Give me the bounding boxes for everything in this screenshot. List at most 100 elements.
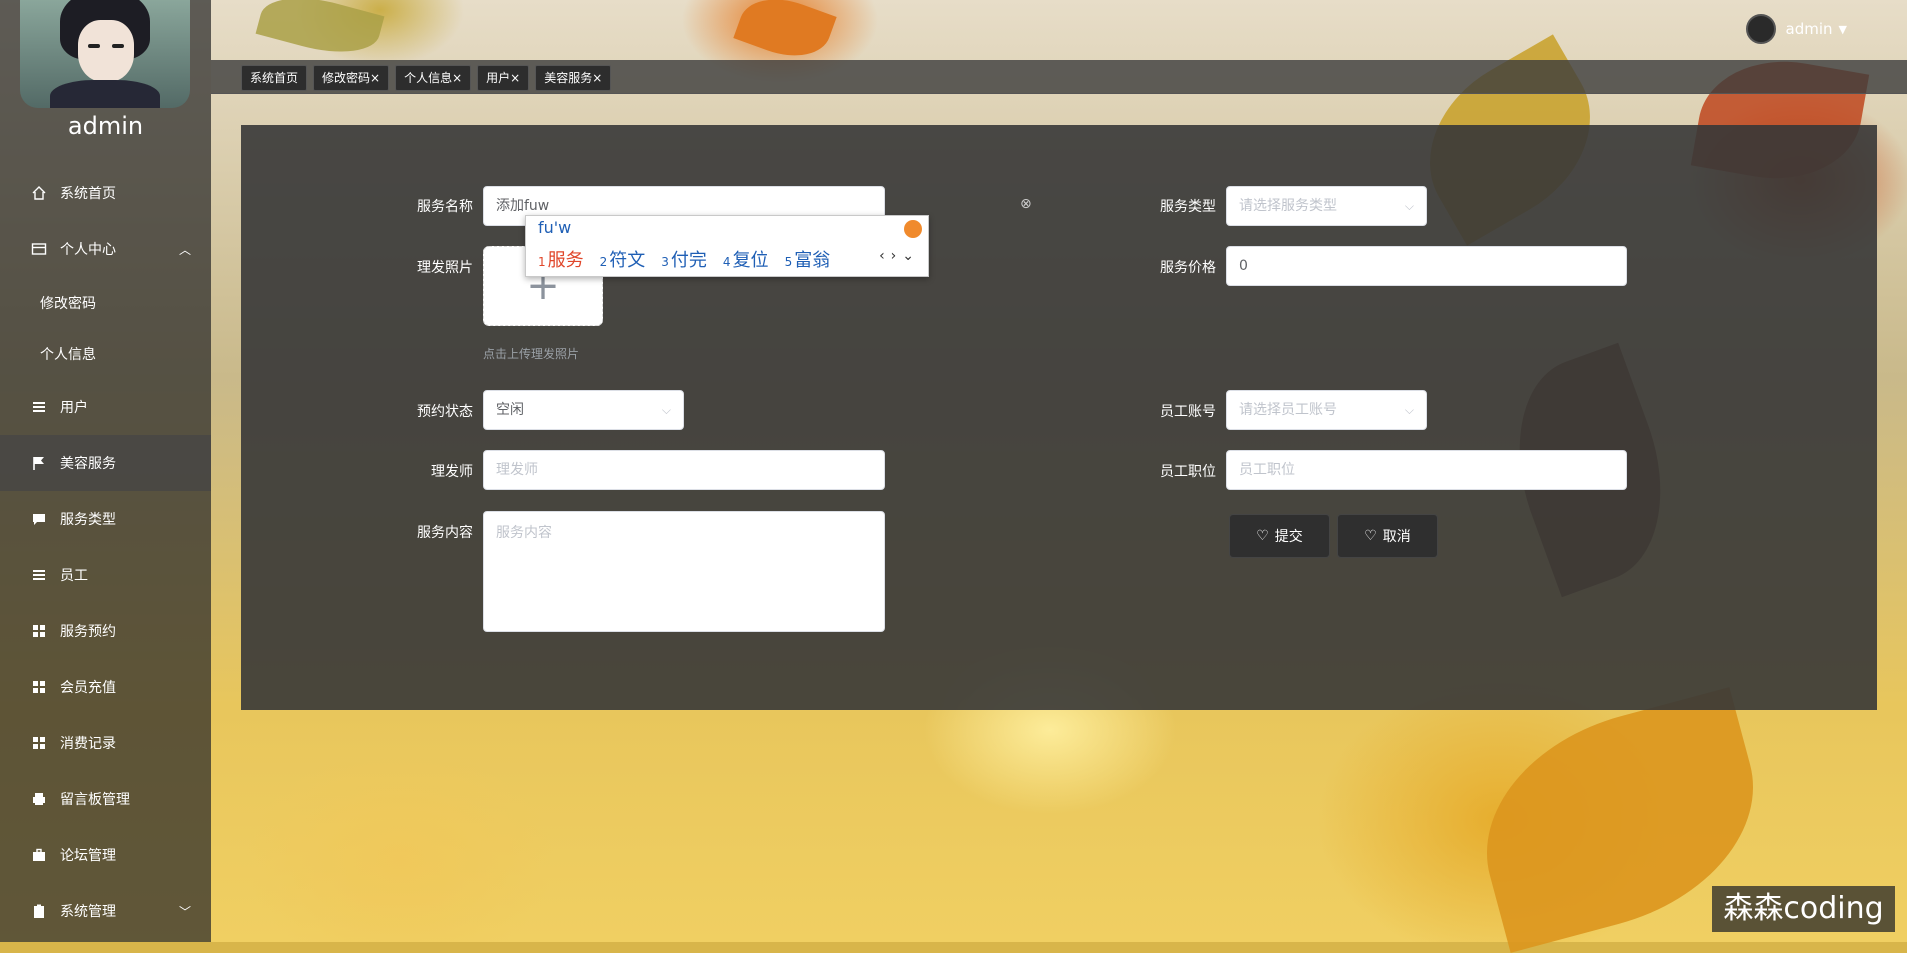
chevron-down-icon: ﹀ <box>178 904 191 919</box>
sidebar-item-consumption-records[interactable]: 消费记录 <box>0 715 211 771</box>
service-type-placeholder: 请选择服务类型 <box>1239 198 1337 214</box>
grid-icon <box>30 678 48 696</box>
tab-users[interactable]: 用户× <box>477 65 530 91</box>
staff-position-label: 员工职位 <box>1160 464 1216 480</box>
clear-icon[interactable]: ⊗ <box>1020 196 1032 212</box>
staff-account-placeholder: 请选择员工账号 <box>1239 402 1337 418</box>
ime-candidate[interactable]: 3 付完 <box>661 246 707 272</box>
ime-composition: fu'w <box>538 218 572 237</box>
user-dropdown[interactable]: admin ▼ <box>1745 14 1847 44</box>
chevron-down-icon: ⌵ <box>661 403 671 417</box>
service-content-textarea[interactable]: 服务内容 <box>483 511 885 632</box>
service-name-label: 服务名称 <box>417 199 473 215</box>
ime-page-nav-icon[interactable]: ‹›⌄ <box>879 248 920 264</box>
staff-position-placeholder: 员工职位 <box>1239 462 1295 478</box>
sidebar-item-service-booking[interactable]: 服务预约 <box>0 603 211 659</box>
price-input[interactable]: 0 <box>1226 246 1627 286</box>
grid-icon <box>30 622 48 640</box>
sidebar-item-label: 论坛管理 <box>60 848 116 864</box>
barber-label: 理发师 <box>431 464 473 480</box>
ime-logo-icon <box>904 220 922 238</box>
flag-icon <box>30 454 48 472</box>
sidebar-item-profile[interactable]: 个人信息 <box>0 328 211 379</box>
sidebar-item-member-recharge[interactable]: 会员充值 <box>0 659 211 715</box>
clipboard-icon <box>30 902 48 920</box>
sidebar-item-system[interactable]: 系统管理 ﹀ <box>0 883 211 939</box>
submit-label: 提交 <box>1274 529 1303 545</box>
chat-icon <box>30 510 48 528</box>
sidebar-item-label: 系统首页 <box>60 186 116 202</box>
sidebar-item-label: 系统管理 <box>60 904 116 920</box>
service-name-value: 添加fuw <box>496 198 550 214</box>
price-value: 0 <box>1239 258 1248 274</box>
sidebar-item-label: 会员充值 <box>60 680 116 696</box>
grid-icon <box>30 734 48 752</box>
sidebar-item-label: 个人信息 <box>40 346 96 363</box>
card-icon <box>30 240 48 258</box>
sidebar-item-label: 修改密码 <box>40 295 96 312</box>
tab-beauty-service[interactable]: 美容服务× <box>535 65 612 91</box>
sidebar-item-label: 员工 <box>60 568 88 584</box>
top-bar: admin ▼ <box>211 0 1907 60</box>
home-icon <box>30 184 48 202</box>
sidebar-username: admin <box>67 112 144 140</box>
service-type-label: 服务类型 <box>1160 199 1216 215</box>
caret-down-icon: ▼ <box>1838 22 1847 36</box>
tab-change-password[interactable]: 修改密码× <box>313 65 390 91</box>
sidebar-item-label: 消费记录 <box>60 736 116 752</box>
service-type-select[interactable]: 请选择服务类型 ⌵ <box>1226 186 1427 226</box>
list-icon <box>30 398 48 416</box>
briefcase-icon <box>30 846 48 864</box>
sidebar-item-personal-center[interactable]: 个人中心 ︿ <box>0 221 211 277</box>
watermark: 森森coding <box>1712 886 1895 932</box>
sidebar-item-users[interactable]: 用户 <box>0 379 211 435</box>
service-content-label: 服务内容 <box>417 525 473 541</box>
sidebar-item-label: 用户 <box>60 400 88 416</box>
sidebar-item-home[interactable]: 系统首页 <box>0 165 211 221</box>
sidebar-item-label: 服务类型 <box>60 512 116 528</box>
sidebar-menu: 系统首页 个人中心 ︿ 修改密码 个人信息 用户 美容服务 服务类型 员工 服务… <box>0 165 211 939</box>
ime-candidate[interactable]: 5 富翁 <box>785 246 831 272</box>
sidebar-item-service-type[interactable]: 服务类型 <box>0 491 211 547</box>
submit-button[interactable]: ♡ 提交 <box>1229 514 1330 558</box>
staff-account-select[interactable]: 请选择员工账号 ⌵ <box>1226 390 1427 430</box>
booking-status-select[interactable]: 空闲 ⌵ <box>483 390 684 430</box>
ime-candidate-popup: fu'w 1 服务 2 符文 3 付完 4 复位 5 富翁 ‹›⌄ <box>525 215 929 277</box>
tabs-bar: 系统首页 修改密码× 个人信息× 用户× 美容服务× <box>211 60 1907 94</box>
photo-hint: 点击上传理发照片 <box>483 347 580 361</box>
printer-icon <box>30 790 48 808</box>
staff-position-input[interactable]: 员工职位 <box>1226 450 1627 490</box>
ime-candidate[interactable]: 4 复位 <box>723 246 769 272</box>
cancel-label: 取消 <box>1382 529 1411 545</box>
avatar[interactable] <box>20 0 190 108</box>
price-label: 服务价格 <box>1160 260 1216 276</box>
sidebar-item-change-password[interactable]: 修改密码 <box>0 277 211 328</box>
barber-input[interactable]: 理发师 <box>483 450 885 490</box>
booking-status-label: 预约状态 <box>417 404 473 420</box>
ime-candidate[interactable]: 2 符文 <box>600 246 646 272</box>
list-icon <box>30 566 48 584</box>
staff-account-label: 员工账号 <box>1160 404 1216 420</box>
sidebar: admin 系统首页 个人中心 ︿ 修改密码 个人信息 用户 美容服务 服务类型… <box>0 0 211 942</box>
chevron-down-icon: ⌵ <box>1404 403 1414 417</box>
chevron-up-icon: ︿ <box>178 242 191 257</box>
sidebar-item-label: 个人中心 <box>60 242 116 258</box>
barber-placeholder: 理发师 <box>496 462 538 478</box>
booking-status-value: 空闲 <box>496 402 524 418</box>
ime-candidate[interactable]: 1 服务 <box>538 246 584 272</box>
sidebar-item-forum[interactable]: 论坛管理 <box>0 827 211 883</box>
sidebar-item-beauty-service[interactable]: 美容服务 <box>0 435 211 491</box>
user-dropdown-name: admin <box>1785 20 1833 38</box>
photo-label: 理发照片 <box>417 260 473 276</box>
sidebar-item-message-board[interactable]: 留言板管理 <box>0 771 211 827</box>
sidebar-item-label: 留言板管理 <box>60 792 130 808</box>
cancel-button[interactable]: ♡ 取消 <box>1337 514 1438 558</box>
sidebar-item-label: 服务预约 <box>60 624 116 640</box>
tab-profile[interactable]: 个人信息× <box>395 65 472 91</box>
user-avatar <box>1745 14 1776 44</box>
sidebar-item-staff[interactable]: 员工 <box>0 547 211 603</box>
service-content-placeholder: 服务内容 <box>496 525 552 541</box>
tab-home[interactable]: 系统首页 <box>241 65 308 91</box>
heart-icon: ♡ <box>1256 528 1269 544</box>
chevron-down-icon: ⌵ <box>1404 199 1414 213</box>
